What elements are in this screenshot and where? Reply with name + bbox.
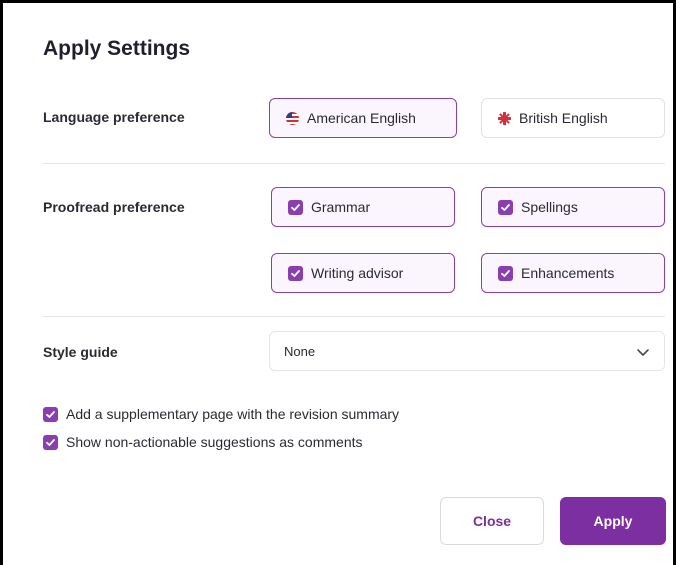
checkbox-checked-icon bbox=[43, 434, 58, 450]
revision-summary-label: Add a supplementary page with the revisi… bbox=[66, 406, 400, 422]
checkbox-checked-icon bbox=[288, 265, 303, 281]
revision-summary-checkbox[interactable]: Add a supplementary page with the revisi… bbox=[43, 406, 399, 422]
proofread-option-enhancements[interactable]: Enhancements bbox=[481, 253, 665, 293]
style-guide-select[interactable]: None bbox=[269, 331, 665, 371]
apply-button[interactable]: Apply bbox=[560, 497, 666, 545]
style-guide-value: None bbox=[284, 343, 316, 359]
chevron-down-icon bbox=[636, 345, 650, 362]
uk-flag-icon bbox=[498, 111, 511, 125]
language-option-american-english[interactable]: American English bbox=[269, 98, 457, 138]
style-guide-label: Style guide bbox=[43, 344, 118, 360]
dialog-title: Apply Settings bbox=[43, 37, 191, 60]
language-option-label: American English bbox=[307, 110, 416, 126]
close-button[interactable]: Close bbox=[440, 497, 544, 545]
divider bbox=[43, 316, 665, 317]
proofread-option-grammar[interactable]: Grammar bbox=[271, 187, 455, 227]
proofread-option-label: Writing advisor bbox=[311, 265, 404, 281]
language-option-label: British English bbox=[519, 110, 608, 126]
us-flag-icon bbox=[286, 111, 299, 125]
divider bbox=[43, 163, 665, 164]
checkbox-checked-icon bbox=[498, 265, 513, 281]
proofread-option-writing-advisor[interactable]: Writing advisor bbox=[271, 253, 455, 293]
apply-settings-dialog: Apply Settings Language preference Ameri… bbox=[0, 0, 676, 565]
proofread-option-label: Grammar bbox=[311, 199, 371, 215]
language-option-british-english[interactable]: British English bbox=[481, 98, 665, 138]
checkbox-checked-icon bbox=[43, 406, 58, 422]
language-preference-label: Language preference bbox=[43, 109, 185, 125]
proofread-preference-label: Proofread preference bbox=[43, 199, 185, 215]
proofread-option-label: Enhancements bbox=[521, 265, 615, 281]
checkbox-checked-icon bbox=[498, 199, 513, 215]
proofread-option-label: Spellings bbox=[521, 199, 578, 215]
proofread-option-spellings[interactable]: Spellings bbox=[481, 187, 665, 227]
comments-checkbox[interactable]: Show non-actionable suggestions as comme… bbox=[43, 434, 363, 450]
checkbox-checked-icon bbox=[288, 199, 303, 215]
comments-label: Show non-actionable suggestions as comme… bbox=[66, 434, 363, 450]
